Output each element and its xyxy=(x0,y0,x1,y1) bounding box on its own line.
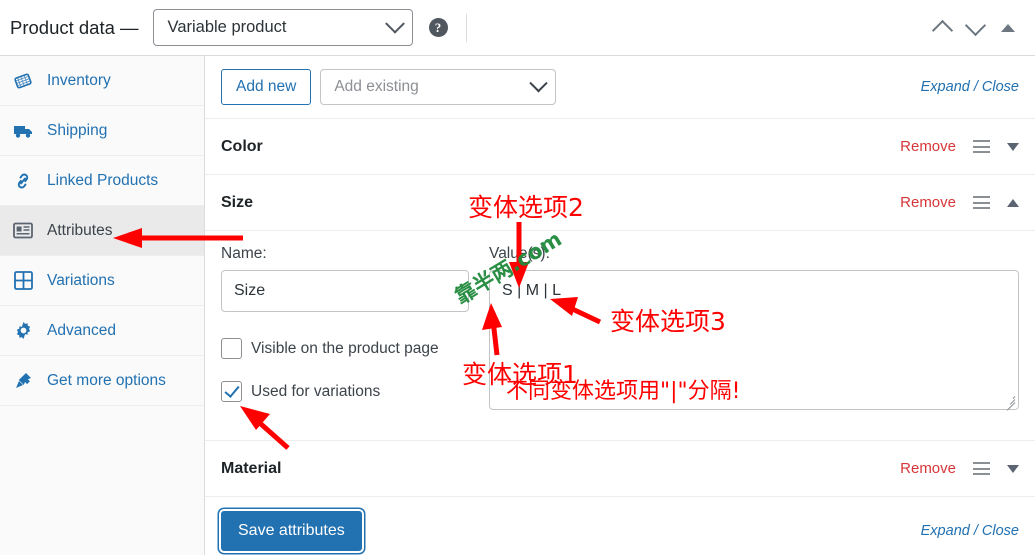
sidebar-item-advanced[interactable]: Advanced xyxy=(0,306,204,356)
link-separator: / xyxy=(969,79,982,95)
attribute-name-input[interactable]: Size xyxy=(221,270,469,312)
product-type-select[interactable]: Variable product xyxy=(152,9,413,46)
drag-handle-icon[interactable] xyxy=(973,462,990,475)
expand-close-links-bottom: Expand / Close xyxy=(921,523,1019,539)
sidebar-item-label: Advanced xyxy=(47,321,116,339)
chevron-down-icon xyxy=(529,73,549,92)
sidebar-item-label: Linked Products xyxy=(47,171,159,189)
drag-handle-icon[interactable] xyxy=(973,140,990,153)
panel-body: Inventory Shipping Linked Products Attri… xyxy=(0,56,1035,555)
attribute-name: Material xyxy=(221,459,282,477)
attribute-values-text: S | M | L xyxy=(502,282,561,299)
attributes-panel: Add new Add existing Expand / Close Colo… xyxy=(205,56,1035,555)
product-data-tabs: Inventory Shipping Linked Products Attri… xyxy=(0,56,205,555)
values-field-label: Value(s): xyxy=(489,245,550,262)
attribute-name: Size xyxy=(221,193,254,211)
inventory-icon xyxy=(12,71,34,91)
product-type-value: Variable product xyxy=(167,18,287,36)
chevron-up-icon[interactable] xyxy=(931,19,954,41)
remove-link[interactable]: Remove xyxy=(900,194,956,211)
attribute-row-material[interactable]: Material Remove xyxy=(205,441,1035,497)
sidebar-item-label: Variations xyxy=(47,271,115,289)
attribute-actions: Remove xyxy=(900,460,1019,477)
visible-on-product-page-row[interactable]: Visible on the product page xyxy=(221,338,469,359)
link-icon xyxy=(12,171,34,191)
resize-handle-icon[interactable] xyxy=(1003,394,1016,411)
attribute-values-column: Value(s): S | M | L xyxy=(489,245,1019,422)
triangle-up-icon[interactable] xyxy=(1001,23,1015,32)
attribute-name: Color xyxy=(221,137,263,155)
help-icon[interactable]: ? xyxy=(428,18,448,37)
attribute-detail-size: Name: Size Visible on the product page U… xyxy=(205,231,1035,441)
sidebar-item-label: Get more options xyxy=(47,371,166,389)
sidebar-item-label: Shipping xyxy=(47,121,108,139)
sidebar-item-linked-products[interactable]: Linked Products xyxy=(0,156,204,206)
remove-link[interactable]: Remove xyxy=(900,460,956,477)
add-new-button[interactable]: Add new xyxy=(221,69,312,105)
chevron-down-icon[interactable] xyxy=(964,14,987,36)
attribute-name-column: Name: Size Visible on the product page U… xyxy=(221,245,469,422)
page-title: Product data — xyxy=(10,16,139,38)
attributes-toolbar: Add new Add existing Expand / Close xyxy=(205,56,1035,119)
panel-header: Product data — Variable product ? xyxy=(0,0,1035,56)
sidebar-item-shipping[interactable]: Shipping xyxy=(0,106,204,156)
attribute-row-color[interactable]: Color Remove xyxy=(205,119,1035,175)
add-existing-select[interactable]: Add existing xyxy=(320,69,557,105)
attribute-row-size[interactable]: Size Remove xyxy=(205,175,1035,231)
sidebar-item-label: Inventory xyxy=(47,71,111,89)
remove-link[interactable]: Remove xyxy=(900,138,956,155)
chevron-down-icon[interactable] xyxy=(1007,464,1019,473)
chevron-up-icon[interactable] xyxy=(1007,198,1019,207)
expand-link[interactable]: Expand xyxy=(921,79,970,95)
shipping-truck-icon xyxy=(12,121,34,141)
used-for-variations-checkbox[interactable] xyxy=(221,381,242,402)
attribute-actions: Remove xyxy=(900,138,1019,155)
close-link[interactable]: Close xyxy=(982,523,1019,539)
grid-icon xyxy=(12,271,34,291)
attribute-actions: Remove xyxy=(900,194,1019,211)
link-separator: / xyxy=(969,523,982,539)
drag-handle-icon[interactable] xyxy=(973,196,990,209)
sidebar-item-variations[interactable]: Variations xyxy=(0,256,204,306)
add-existing-placeholder: Add existing xyxy=(334,78,419,95)
expand-close-links-top: Expand / Close xyxy=(921,79,1019,95)
chevron-down-icon[interactable] xyxy=(1007,142,1019,151)
save-attributes-button[interactable]: Save attributes xyxy=(221,511,362,551)
attribute-values-textarea[interactable]: S | M | L xyxy=(489,270,1019,411)
header-order-controls xyxy=(931,14,1021,41)
visible-on-product-page-label: Visible on the product page xyxy=(251,339,439,357)
product-data-panel: Product data — Variable product ? Invent… xyxy=(0,0,1035,555)
attributes-footer: Save attributes Expand / Close xyxy=(205,497,1035,551)
expand-link[interactable]: Expand xyxy=(921,523,970,539)
close-link[interactable]: Close xyxy=(982,79,1019,95)
used-for-variations-label: Used for variations xyxy=(251,382,381,400)
header-divider xyxy=(465,13,467,42)
sidebar-item-label: Attributes xyxy=(47,221,113,239)
name-field-label: Name: xyxy=(221,245,267,262)
visible-on-product-page-checkbox[interactable] xyxy=(221,338,242,359)
used-for-variations-row[interactable]: Used for variations xyxy=(221,381,469,402)
chevron-down-icon xyxy=(384,13,405,34)
gear-icon xyxy=(12,321,34,341)
sidebar-item-attributes[interactable]: Attributes xyxy=(0,206,204,256)
sidebar-item-inventory[interactable]: Inventory xyxy=(0,56,204,106)
attributes-icon xyxy=(12,221,34,241)
plugin-icon xyxy=(12,371,34,391)
sidebar-item-get-more-options[interactable]: Get more options xyxy=(0,356,204,406)
